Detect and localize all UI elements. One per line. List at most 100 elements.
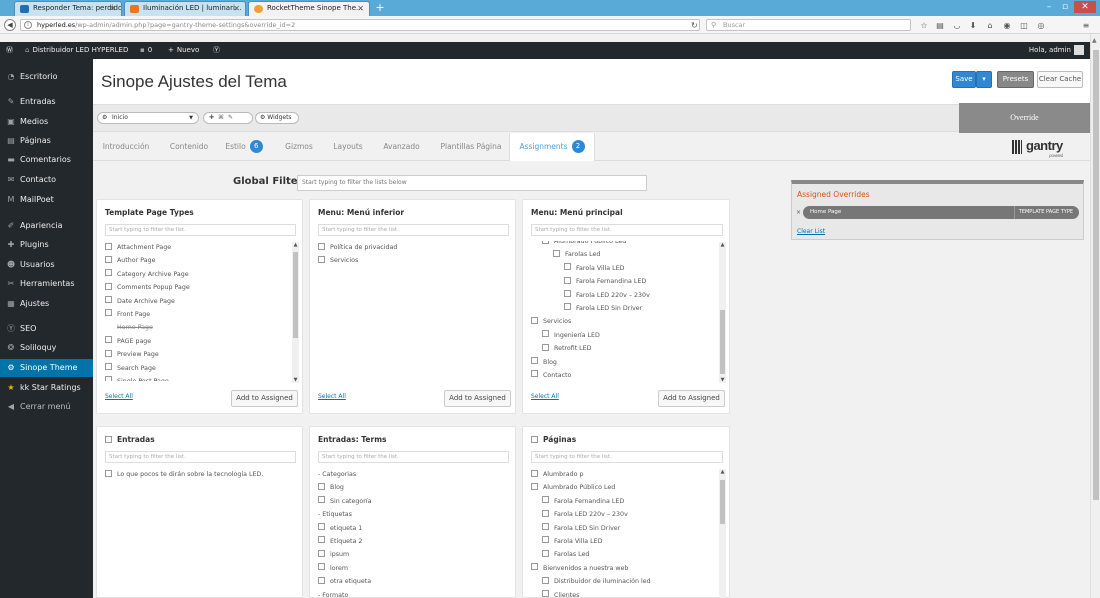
list-item[interactable]: etiqueta 1: [318, 522, 501, 535]
card-filter-input[interactable]: Start typing to filter the list.: [105, 451, 296, 463]
scroll-up-icon[interactable]: ▲: [719, 469, 726, 475]
checkbox[interactable]: [531, 370, 538, 378]
list-item[interactable]: Farola LED Sin Driver: [531, 522, 715, 535]
clear-cache-button[interactable]: Clear Cache: [1037, 71, 1083, 88]
list-item[interactable]: Ingeniería LED: [531, 329, 715, 342]
list-item[interactable]: Comments Popup Page: [105, 281, 288, 294]
list-item[interactable]: Servicios: [318, 254, 501, 267]
list-item[interactable]: Clientes: [531, 589, 715, 597]
home-icon[interactable]: ⌂: [984, 21, 996, 30]
checkbox[interactable]: [105, 309, 112, 317]
checkbox[interactable]: [542, 536, 549, 544]
scrollbar-thumb[interactable]: [293, 252, 298, 338]
list-item[interactable]: Front Page: [105, 308, 288, 321]
sidebar-item-herramientas[interactable]: ✂ Herramientas: [0, 275, 93, 293]
save-dropdown-button[interactable]: ▾: [976, 71, 992, 88]
presets-button[interactable]: Presets: [997, 71, 1034, 88]
bookmark-star-icon[interactable]: ☆: [918, 21, 930, 30]
scroll-up-icon[interactable]: ▲: [292, 242, 299, 248]
tab-layouts[interactable]: Layouts: [327, 133, 369, 161]
scrollbar-thumb[interactable]: [1093, 50, 1099, 500]
sidebar-item-plugins[interactable]: ✚ Plugins: [0, 236, 93, 254]
sidebar-item-apariencia[interactable]: ✐ Apariencia: [0, 217, 93, 235]
list-item[interactable]: Date Archive Page: [105, 295, 288, 308]
menu-icon[interactable]: ≡: [1080, 21, 1092, 30]
checkbox[interactable]: [531, 469, 538, 477]
sidebar-item-mailpoet[interactable]: M MailPoet: [0, 191, 93, 209]
pocket-icon[interactable]: ◡: [951, 21, 963, 30]
checkbox[interactable]: [564, 303, 571, 311]
sidebar-item-sinope-theme[interactable]: ⚙ Sinope Theme: [0, 359, 93, 377]
checkbox[interactable]: [318, 242, 325, 250]
checkbox[interactable]: [105, 469, 112, 477]
user-greeting[interactable]: Hola, admin: [1029, 42, 1084, 59]
edit-icon[interactable]: ✎: [228, 114, 237, 121]
list-item[interactable]: Alumbrado Público Led: [531, 241, 715, 248]
list-item[interactable]: - Formato: [318, 589, 501, 597]
card-title[interactable]: Entradas: [105, 435, 155, 444]
override-select[interactable]: ⚙ Inicio ▼: [97, 112, 199, 124]
sidebar-item-comentarios[interactable]: ▬ Comentarios: [0, 151, 93, 169]
checkbox[interactable]: [105, 269, 112, 277]
checkbox[interactable]: [531, 563, 538, 571]
checkbox[interactable]: [105, 349, 112, 357]
list-item[interactable]: Single Post Page: [105, 375, 288, 381]
list-item[interactable]: Contacto: [531, 369, 715, 381]
add-to-assigned-button[interactable]: Add to Assigned: [658, 390, 725, 407]
close-icon[interactable]: ✕: [233, 2, 240, 15]
list-item[interactable]: Search Page: [105, 362, 288, 375]
sidebar-item-medios[interactable]: ▣ Medios: [0, 113, 93, 131]
sidebar-item-seo[interactable]: Ⓨ SEO: [0, 320, 93, 338]
checkbox[interactable]: [105, 255, 112, 263]
tab-gizmos[interactable]: Gizmos: [279, 133, 319, 161]
sidebar-item-soliloquy[interactable]: ❂ Soliloquy: [0, 339, 93, 357]
checkbox[interactable]: [318, 496, 325, 504]
list-item[interactable]: Farola Fernandina LED: [531, 495, 715, 508]
duplicate-icon[interactable]: ⌘: [218, 114, 228, 121]
checkbox[interactable]: [564, 276, 571, 284]
list-item[interactable]: Sin categoría: [318, 495, 501, 508]
list-item[interactable]: otra etiqueta: [318, 575, 501, 588]
site-name-link[interactable]: ⌂ Distribuidor LED HYPERLED: [25, 42, 128, 59]
list-item[interactable]: Attachment Page: [105, 241, 288, 254]
close-icon[interactable]: ✕: [357, 2, 364, 15]
checkbox[interactable]: [318, 523, 325, 531]
scrollbar-thumb[interactable]: [720, 310, 725, 374]
list-item[interactable]: lorem: [318, 562, 501, 575]
checkbox[interactable]: [105, 242, 112, 250]
checkbox[interactable]: [318, 482, 325, 490]
list-item[interactable]: Farola Villa LED: [531, 262, 715, 275]
select-all-link[interactable]: Select All: [318, 393, 346, 400]
card-scrollbar[interactable]: ▲: [719, 469, 726, 598]
browser-tab-2[interactable]: Iluminación LED | luminari... ✕: [124, 1, 246, 16]
sidebar-item-p-ginas[interactable]: ▤ Páginas: [0, 132, 93, 150]
checkbox[interactable]: [531, 357, 538, 365]
checkbox[interactable]: [542, 241, 549, 244]
yoast-icon[interactable]: Ⓨ: [213, 42, 220, 59]
sidebar-item-escritorio[interactable]: ◔ Escritorio: [0, 68, 93, 86]
list-item[interactable]: - Categorias: [318, 468, 501, 481]
card-title[interactable]: Páginas: [531, 435, 576, 444]
list-item[interactable]: Preview Page: [105, 348, 288, 361]
list-item[interactable]: Lo que pocos te dirán sobre la tecnologí…: [105, 468, 288, 481]
extension-icon[interactable]: ◎: [1035, 21, 1047, 30]
checkbox[interactable]: [531, 435, 538, 443]
new-tab-button[interactable]: +: [373, 1, 387, 15]
list-item[interactable]: Bienvenidos a nuestra web: [531, 562, 715, 575]
sidebar-item-kk-star-ratings[interactable]: ★ kk Star Ratings: [0, 379, 93, 397]
new-content-link[interactable]: + Nuevo: [168, 42, 199, 59]
reload-icon[interactable]: ↻: [691, 21, 698, 30]
list-item[interactable]: - Etiquetas: [318, 508, 501, 521]
browser-tab-3-active[interactable]: RocketTheme Sinope The... ✕: [248, 1, 370, 16]
scroll-down-icon[interactable]: ▼: [292, 377, 299, 383]
list-item[interactable]: Distribuidor de iluminación led: [531, 575, 715, 588]
checkbox[interactable]: [542, 590, 549, 597]
checkbox[interactable]: [105, 336, 112, 344]
list-item[interactable]: Servicios: [531, 315, 715, 328]
list-item[interactable]: Farolas Led: [531, 548, 715, 561]
card-filter-input[interactable]: Start typing to filter the list.: [318, 451, 509, 463]
checkbox[interactable]: [553, 249, 560, 257]
save-button[interactable]: Save: [952, 71, 976, 88]
checkbox[interactable]: [531, 316, 538, 324]
browser-search-input[interactable]: ⚲ Buscar: [706, 19, 911, 31]
